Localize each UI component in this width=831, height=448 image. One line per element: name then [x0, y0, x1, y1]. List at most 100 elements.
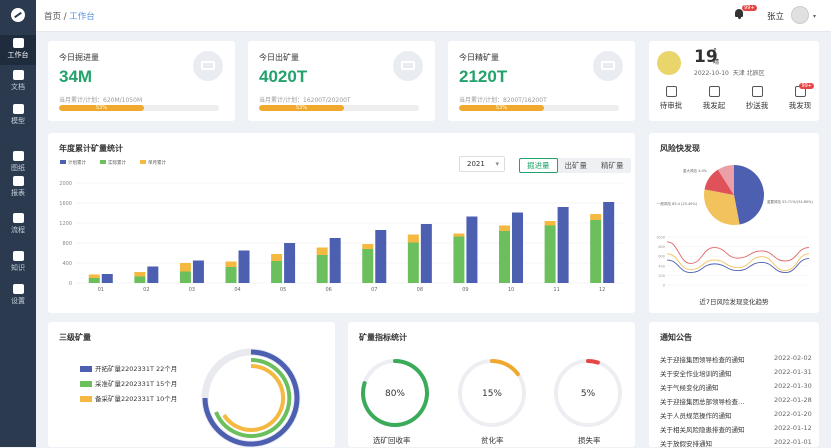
nav-label: 流程	[11, 226, 25, 234]
y-tick-label: 0	[663, 284, 665, 288]
chevron-down-icon[interactable]: ▾	[813, 13, 816, 20]
y-tick-label: 1000	[656, 236, 665, 240]
quick-label: 待审批	[659, 101, 683, 110]
document-icon	[12, 70, 24, 80]
kpi-progress: 53%	[259, 105, 419, 111]
notice-date: 2022-01-28	[774, 396, 812, 404]
nav-label: 模型	[11, 117, 25, 125]
kpi-card-concentrate: 今日精矿量 2120T 当月累计/计划：8200T/16200T 53%	[448, 41, 635, 121]
x-tick-label: 10	[508, 287, 514, 293]
nav-reports[interactable]: 报表	[0, 173, 36, 203]
ring-inner	[222, 363, 286, 432]
breadcrumb-sep: /	[63, 12, 67, 22]
nav-label: 图纸	[11, 164, 25, 172]
send-icon	[751, 86, 763, 97]
bar-plan	[375, 230, 387, 283]
kpi-plan: 当月累计/计划：16200T/20200T	[259, 97, 351, 104]
quick-initiated[interactable]: 我发起	[697, 86, 731, 111]
metrics-card: 矿量指标统计 80% 15% 5% 选矿回收率 贫化率 损失率	[348, 322, 635, 447]
kpi-progress: 53%	[59, 105, 219, 111]
bar-monthly	[316, 247, 328, 255]
bar-actual	[271, 261, 283, 283]
clipboard-icon	[665, 86, 677, 97]
weather-degree: °	[713, 47, 717, 56]
drawing-icon	[12, 151, 24, 161]
notice-item[interactable]: 关于人员规范操作的通知	[660, 410, 732, 420]
bar-chart: 0 400 800 1200 1600 2000 计划累计 实际累计 单月累计 01 02 03 04 0…	[59, 159, 623, 293]
bar-monthly	[134, 272, 146, 277]
breadcrumb-home[interactable]: 首页	[44, 12, 61, 22]
bar-monthly	[179, 263, 191, 272]
y-tick-label: 0	[69, 281, 72, 287]
nav-label: 报表	[11, 189, 25, 197]
notice-item[interactable]: 关于气候变化的通知	[660, 382, 719, 392]
logo-icon	[11, 8, 25, 22]
quick-pending-approval[interactable]: 待审批	[654, 86, 688, 111]
avatar[interactable]	[791, 6, 809, 24]
quick-label: 抄送我	[745, 101, 769, 110]
notification-badge: 99+	[742, 5, 757, 11]
bar-actual	[179, 271, 191, 283]
notice-date: 2022-02-02	[774, 354, 812, 362]
bar-plan	[512, 212, 524, 283]
gauge-label: 贫化率	[481, 436, 504, 445]
ring-middle	[214, 357, 292, 438]
mountain-icon	[193, 51, 223, 81]
quick-found[interactable]: 我发现 99+	[783, 83, 817, 111]
kpi-progress-fill: 53%	[259, 105, 344, 111]
nav-docs[interactable]: 文档	[0, 67, 36, 97]
trend-caption: 近7日风险发现变化趋势	[699, 298, 769, 306]
bar-actual	[316, 255, 328, 283]
bar-monthly	[453, 233, 465, 237]
kpi-progress-fill: 53%	[59, 105, 144, 111]
bar-monthly	[590, 214, 602, 220]
y-tick-label: 2000	[59, 181, 72, 187]
pie-label: 一般风险 85.4 (25.40%)	[657, 201, 698, 206]
kpi-value: 4020T	[259, 67, 308, 86]
y-tick-label: 400	[62, 261, 72, 267]
bar-monthly	[225, 261, 237, 267]
weather-condition: 晴	[713, 59, 720, 66]
notice-card: 通知公告 关于迎接集团领导检查的通知 2022-02-02 关于安全作业培训的通知 2…	[649, 322, 819, 448]
annual-chart-card: 年度累计矿量统计 2021 掘进量 出矿量 精矿量 04008001200160…	[48, 133, 635, 313]
flow-icon	[12, 213, 24, 223]
nav-label: 设置	[11, 297, 25, 305]
x-tick-label: 06	[325, 287, 331, 293]
notice-item[interactable]: 关于迎接集团总部领导检查…	[660, 396, 745, 406]
notice-item[interactable]: 关于相关风险隐患排查的通知	[660, 424, 745, 434]
quick-label: 我发起	[702, 101, 726, 110]
nav-workbench[interactable]: 工作台	[0, 35, 36, 65]
nav-knowledge[interactable]: 知识	[0, 248, 36, 278]
notice-item[interactable]: 关于安全作业培训的通知	[660, 368, 732, 378]
y-tick-label: 1200	[59, 221, 72, 227]
quick-label: 我发现	[788, 101, 812, 110]
nav-settings[interactable]: 设置	[0, 281, 36, 311]
quick-cc-me[interactable]: 抄送我	[740, 86, 774, 111]
notice-date: 2022-01-31	[774, 368, 812, 376]
bar-plan	[238, 250, 250, 283]
notice-item[interactable]: 关于迎接集团领导检查的通知	[660, 354, 745, 364]
nav-process[interactable]: 流程	[0, 210, 36, 240]
sidebar: 工作台 文档 模型 图纸 报表 流程 知识 设置	[0, 0, 36, 447]
notice-date: 2022-01-30	[774, 382, 812, 390]
gauge-value: 80%	[385, 389, 405, 399]
weather-card: 19 ° 晴 2022-10-10 天津 北辰区 待审批 我发起 抄送我 我发现…	[649, 41, 819, 121]
notice-date: 2022-01-20	[774, 410, 812, 418]
bar-actual	[134, 276, 146, 283]
bar-plan	[557, 207, 569, 283]
bar-actual	[362, 249, 374, 283]
gauge-label: 选矿回收率	[373, 436, 411, 445]
legend-swatch	[140, 160, 146, 164]
x-tick-label: 12	[599, 287, 605, 293]
nav-label: 工作台	[7, 51, 29, 59]
x-tick-label: 07	[371, 287, 377, 293]
bar-monthly	[499, 225, 511, 231]
x-tick-label: 03	[189, 287, 195, 293]
nav-model[interactable]: 模型	[0, 101, 36, 131]
bar-monthly	[407, 234, 419, 243]
bar-plan	[420, 224, 432, 283]
legend-swatch	[60, 160, 66, 164]
gauge-arc	[586, 359, 600, 365]
user-name[interactable]: 张立	[767, 10, 784, 22]
gauge-value: 5%	[581, 389, 596, 399]
